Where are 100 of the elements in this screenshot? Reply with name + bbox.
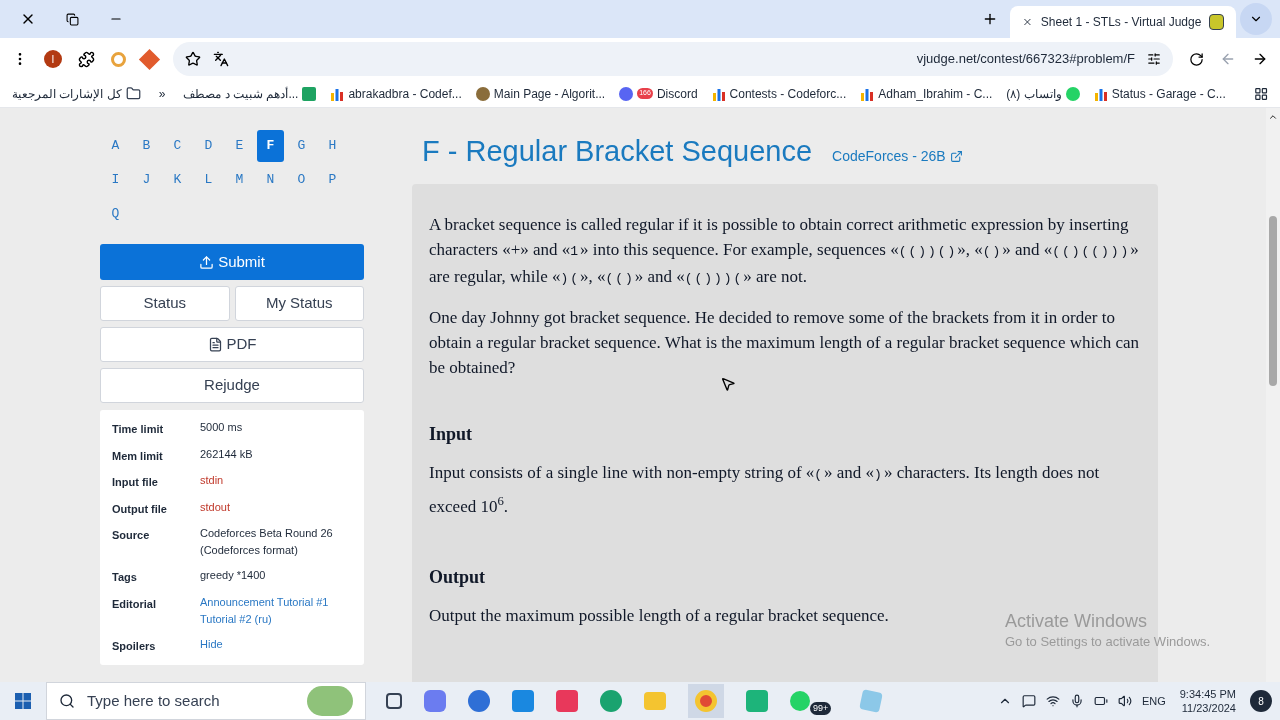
bookmark-link[interactable]: Adham_Ibrahim - C... [878, 84, 993, 103]
restore-icon [65, 12, 79, 26]
microphone-icon[interactable] [1069, 694, 1084, 708]
problem-tab[interactable]: C [164, 130, 191, 162]
problem-tab[interactable]: N [257, 164, 284, 196]
bookmark-link[interactable]: كل الإشارات المرجعية [12, 84, 122, 103]
battery-icon[interactable] [1093, 694, 1108, 708]
volume-icon[interactable] [1117, 694, 1132, 708]
info-label: Output file [112, 501, 168, 517]
section-heading: Input [429, 422, 474, 446]
cursor-icon [720, 376, 736, 392]
my-status-button[interactable]: My Status [234, 286, 364, 321]
info-value: stdout [200, 499, 230, 515]
status-button[interactable]: Status [100, 286, 230, 321]
info-link[interactable]: Hide [200, 635, 223, 653]
info-value: greedy *1400 [200, 568, 266, 583]
problem-tab[interactable]: I [102, 164, 129, 196]
browser-tab[interactable]: Sheet 1 - STLs - Virtual Judge [1010, 6, 1236, 38]
profile-avatar[interactable]: I [44, 50, 62, 68]
translate-icon[interactable] [213, 51, 229, 67]
plus-icon [982, 11, 998, 27]
problem-tab[interactable]: K [164, 164, 191, 196]
url-text: vjudge.net/contest/667323#problem/F [916, 50, 1135, 69]
section-heading: Output [429, 565, 487, 589]
bookmark-link[interactable]: Main Page - Algorit... [493, 84, 606, 103]
section-paragraph: Input consists of a single line with non-empty string of «(» and «)» characters. Its length does not exceed 10$^{6}$. [429, 461, 1101, 518]
reload-icon[interactable] [1189, 51, 1204, 67]
bookmark-link[interactable]: abrakadbra - Codef... [348, 84, 462, 103]
address-bar[interactable]: vjudge.net/contest/667323#problem/F [173, 42, 1173, 76]
notifications-button[interactable]: 8 [1250, 690, 1272, 712]
bookmark-link[interactable]: (٨) واتساب [1006, 84, 1062, 103]
info-value: 262144 kB [200, 446, 253, 462]
clock[interactable]: 9:34:45 PM 11/23/2024 [1175, 687, 1240, 715]
problem-tab[interactable]: B [133, 130, 160, 162]
wifi-icon[interactable] [1045, 694, 1060, 708]
problem-tab[interactable]: A [102, 130, 129, 162]
bar-chart-icon [711, 86, 726, 101]
notification-badge: 99+ [810, 701, 832, 715]
problem-title: F - Regular Bracket Sequence [422, 134, 813, 169]
info-link[interactable]: Announcement Tutorial #1 [200, 593, 329, 611]
problem-tab[interactable]: P [319, 164, 346, 196]
info-link[interactable]: Tutorial #2 (ru) [200, 610, 329, 628]
time-text: 9:34:45 PM [1179, 687, 1236, 701]
activation-hint: Go to Settings to activate Windows. [1005, 633, 1211, 651]
upload-icon [199, 254, 215, 270]
activation-title: Activate Windows [1005, 610, 1149, 632]
problem-tab[interactable]: M [226, 164, 253, 196]
scrollbar-thumb[interactable] [1269, 216, 1277, 386]
bar-chart-icon [860, 86, 875, 101]
rejudge-button[interactable]: Rejudge [100, 368, 364, 403]
site-settings-icon[interactable] [1147, 52, 1161, 66]
task-view-icon[interactable] [386, 693, 402, 709]
close-icon[interactable] [1022, 16, 1033, 28]
problem-tab[interactable]: D [195, 130, 222, 162]
info-label: Input file [112, 475, 159, 490]
info-label: Mem limit [112, 448, 164, 464]
extensions-icon[interactable] [78, 50, 95, 68]
problem-tab[interactable]: Q [102, 198, 129, 230]
search-icon [59, 693, 75, 709]
submit-button[interactable]: Submit [100, 244, 364, 280]
section-paragraph: Output the maximum possible length of a regular bracket sequence. [429, 604, 889, 627]
statement-paragraph: A bracket sequence is called regular if it is possible to obtain correct arithmetic expression by inserting characters «+» and «1» into this sequence. For example, sequences «(())()», «()» and «(()(()))» are regular, while «)(», «(()» and «(()))(» are not. [429, 213, 1140, 288]
bookmark-link[interactable]: أدهم شبيت د مصطف... [183, 84, 299, 103]
favicon-icon [1209, 14, 1224, 30]
bar-chart-icon [1093, 86, 1108, 101]
pdf-button[interactable]: PDF [100, 327, 364, 362]
bookmark-link[interactable]: Status - Garage - C... [1111, 84, 1226, 103]
origin-link[interactable]: CodeForces - 26B [832, 146, 963, 167]
problem-tab[interactable]: O [288, 164, 315, 196]
problem-tab[interactable]: H [319, 130, 346, 162]
info-label: Source [112, 528, 151, 543]
info-value: 5000 ms [200, 420, 243, 435]
problem-tab[interactable]: L [195, 164, 222, 196]
bookmark-link[interactable]: Discord [656, 84, 698, 103]
more-bookmarks-button[interactable]: » [154, 84, 170, 103]
forward-icon[interactable] [1252, 51, 1268, 67]
external-link-icon [949, 150, 963, 163]
language-indicator[interactable]: ENG [1141, 692, 1166, 710]
windows-logo-icon [15, 693, 31, 709]
taskbar-search-field[interactable]: Type here to search [46, 682, 366, 720]
problem-tab[interactable]: F [257, 130, 284, 162]
info-label: Tags [112, 570, 138, 585]
date-text: 11/23/2024 [1181, 701, 1236, 715]
problem-tab[interactable]: J [133, 164, 160, 196]
file-icon [207, 337, 223, 352]
star-icon[interactable] [185, 51, 201, 67]
problem-tab[interactable]: E [226, 130, 253, 162]
problem-tab[interactable]: G [288, 130, 315, 162]
bookmark-link[interactable]: Contests - Codeforc... [729, 84, 847, 103]
info-label: Editorial [112, 596, 157, 612]
info-value: stdin [200, 473, 224, 488]
tab-title: Sheet 1 - STLs - Virtual Judge [1040, 14, 1202, 31]
scroll-up-icon[interactable] [1268, 112, 1278, 122]
info-label: Time limit [112, 422, 165, 437]
statement-paragraph: One day Johnny got bracket sequence. He decided to remove some of the brackets from it in order to obtain a regular bracket sequence. What is the maximum length of a regular bracket sequence which can be obtained? [429, 306, 1141, 379]
apps-icon[interactable] [1253, 85, 1268, 102]
tray-app-icon[interactable] [1021, 694, 1036, 708]
bar-chart-icon [330, 86, 345, 101]
info-label: Spoilers [112, 638, 157, 654]
info-value: Codeforces Beta Round 26 (Codeforces format) [200, 526, 334, 558]
